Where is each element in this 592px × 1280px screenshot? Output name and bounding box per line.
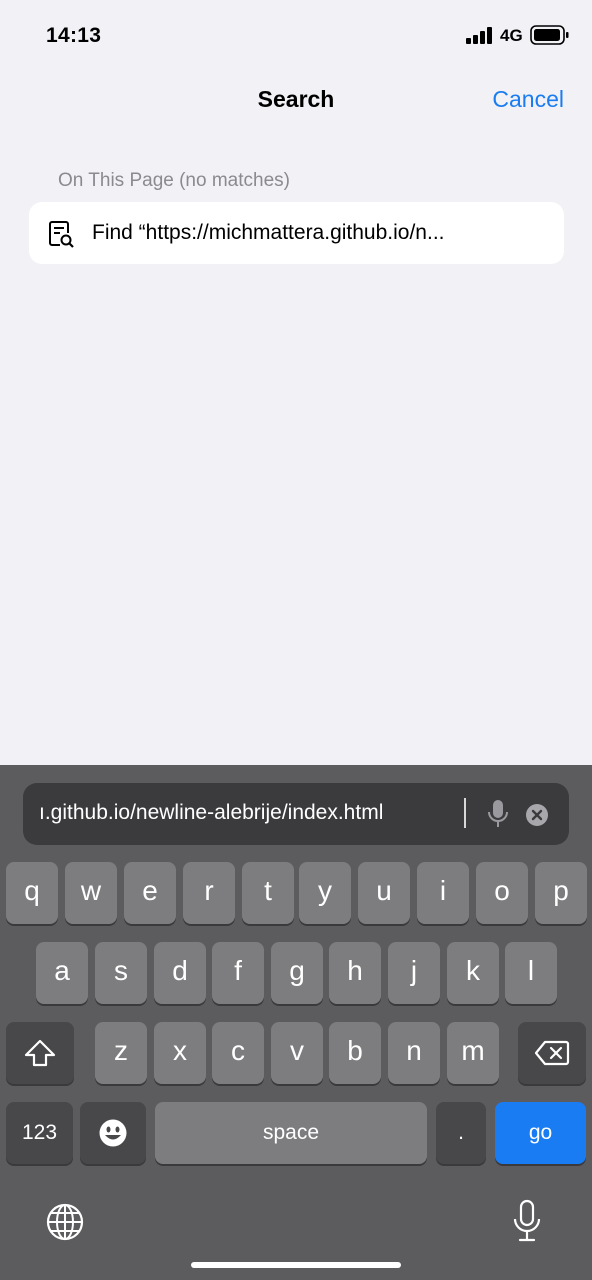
dictation-microphone-icon[interactable]: [512, 1199, 542, 1243]
key-q[interactable]: q: [6, 862, 58, 924]
text-cursor: [464, 798, 466, 828]
key-x[interactable]: x: [154, 1022, 206, 1084]
url-input[interactable]: ı.github.io/newline-alebrije/index.html: [23, 783, 569, 845]
key-s[interactable]: s: [95, 942, 147, 1004]
shift-key[interactable]: [6, 1022, 74, 1084]
key-t[interactable]: t: [242, 862, 294, 924]
key-c[interactable]: c: [212, 1022, 264, 1084]
key-i[interactable]: i: [417, 862, 469, 924]
key-l[interactable]: l: [505, 942, 557, 1004]
status-time: 14:13: [46, 24, 102, 47]
status-bar: 14:13 4G: [0, 0, 592, 70]
key-n[interactable]: n: [388, 1022, 440, 1084]
key-d[interactable]: d: [154, 942, 206, 1004]
key-o[interactable]: o: [476, 862, 528, 924]
key-y[interactable]: y: [299, 862, 351, 924]
key-r[interactable]: r: [183, 862, 235, 924]
key-u[interactable]: u: [358, 862, 410, 924]
key-j[interactable]: j: [388, 942, 440, 1004]
key-v[interactable]: v: [271, 1022, 323, 1084]
home-indicator[interactable]: [191, 1262, 401, 1268]
delete-key[interactable]: [518, 1022, 586, 1084]
backspace-icon: [534, 1040, 570, 1066]
key-w[interactable]: w: [65, 862, 117, 924]
key-p[interactable]: p: [535, 862, 587, 924]
url-input-value: ı.github.io/newline-alebrije/index.html: [39, 801, 384, 824]
numbers-key[interactable]: 123: [6, 1102, 73, 1164]
key-e[interactable]: e: [124, 862, 176, 924]
globe-icon[interactable]: [46, 1203, 84, 1241]
key-b[interactable]: b: [329, 1022, 381, 1084]
space-key[interactable]: space: [155, 1102, 427, 1164]
shift-icon: [24, 1039, 56, 1067]
emoji-key[interactable]: [80, 1102, 146, 1164]
network-type: 4G: [500, 26, 523, 45]
battery-icon: [530, 25, 569, 45]
key-z[interactable]: z: [95, 1022, 147, 1084]
key-k[interactable]: k: [447, 942, 499, 1004]
find-item-label: Find “https://michmattera.github.io/n...: [92, 221, 445, 244]
find-in-page-icon: [49, 221, 74, 248]
period-key[interactable]: .: [436, 1102, 486, 1164]
go-button[interactable]: go: [495, 1102, 586, 1164]
clear-text-icon[interactable]: [525, 803, 549, 827]
cancel-button[interactable]: Cancel: [492, 86, 564, 113]
key-g[interactable]: g: [271, 942, 323, 1004]
key-a[interactable]: a: [36, 942, 88, 1004]
microphone-icon[interactable]: [486, 798, 510, 830]
find-on-page-item[interactable]: Find “https://michmattera.github.io/n...: [29, 202, 564, 264]
emoji-icon: [99, 1119, 127, 1147]
key-m[interactable]: m: [447, 1022, 499, 1084]
keyboard: ı.github.io/newline-alebrije/index.html …: [0, 765, 592, 1280]
key-f[interactable]: f: [212, 942, 264, 1004]
section-header: On This Page (no matches): [58, 170, 290, 191]
key-h[interactable]: h: [329, 942, 381, 1004]
cellular-signal-icon: [466, 27, 492, 44]
